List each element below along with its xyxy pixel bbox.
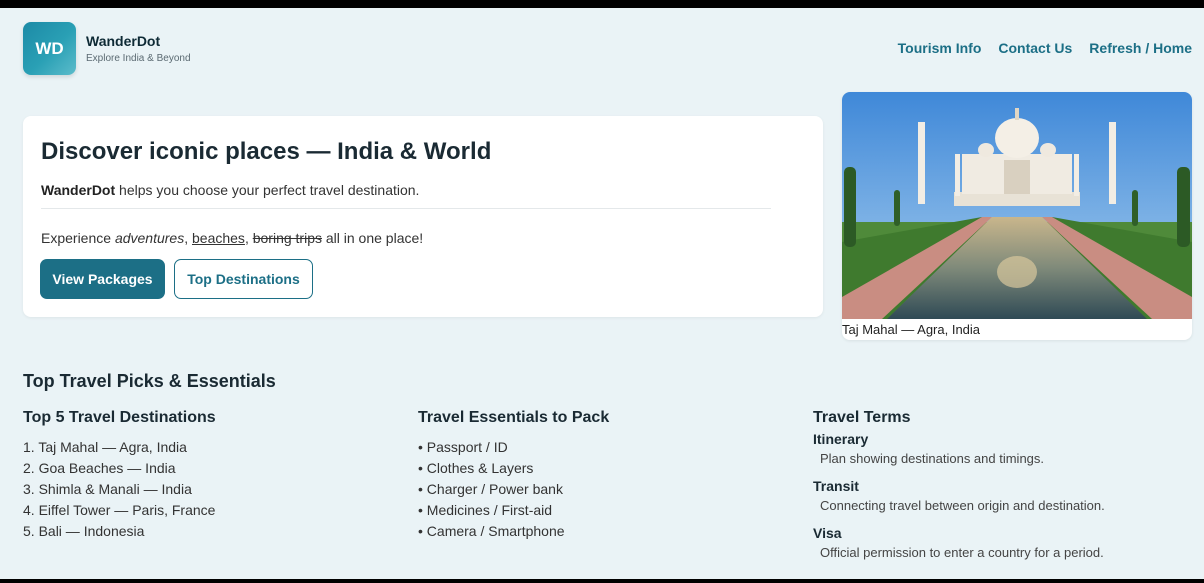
destinations-heading: Top 5 Travel Destinations — [23, 409, 216, 426]
logo-text: WD — [35, 38, 64, 58]
tagline-sep: , — [184, 230, 192, 246]
hero-divider — [41, 208, 771, 209]
terms-heading: Travel Terms — [813, 409, 911, 426]
top-nav: Tourism Info Contact Us Refresh / Home — [898, 40, 1192, 56]
essentials-heading: Travel Essentials to Pack — [418, 409, 610, 426]
list-item: • Charger / Power bank — [418, 481, 563, 497]
brand-logo[interactable]: WD — [23, 22, 76, 75]
list-item: 2. Goa Beaches — India — [23, 460, 176, 476]
tagline-boring-trips: boring trips — [252, 230, 322, 246]
hero-card: Discover iconic places — India & World W… — [23, 116, 823, 317]
definition-itinerary: Plan showing destinations and timings. — [820, 451, 1045, 466]
intro-text: helps you choose your perfect travel des… — [115, 182, 420, 198]
list-item: 5. Bali — Indonesia — [23, 523, 145, 539]
bottom-edge — [0, 579, 1204, 583]
nav-refresh-home[interactable]: Refresh / Home — [1089, 40, 1192, 56]
term-itinerary: Itinerary — [813, 431, 869, 447]
hero-tagline: Experience adventures, beaches, boring t… — [41, 230, 423, 246]
photo-card: Taj Mahal — Agra, India — [842, 92, 1192, 340]
list-item: 3. Shimla & Manali — India — [23, 481, 192, 497]
brand-tagline: Explore India & Beyond — [86, 53, 191, 64]
top-destinations-button[interactable]: Top Destinations — [174, 259, 313, 299]
page: WD WanderDot Explore India & Beyond Tour… — [0, 0, 1204, 583]
hero-title: Discover iconic places — India & World — [41, 138, 492, 165]
term-transit: Transit — [813, 478, 859, 494]
terms-column: Travel Terms Itinerary Plan showing dest… — [813, 409, 1105, 572]
list-item: • Medicines / First-aid — [418, 502, 553, 518]
tagline-sep: , — [244, 230, 253, 246]
definition-visa: Official permission to enter a country f… — [820, 545, 1104, 560]
essentials-column: Travel Essentials to Pack • Passport / I… — [418, 409, 609, 542]
tagline-suffix: all in one place! — [321, 230, 424, 246]
section-title: Top Travel Picks & Essentials — [23, 371, 276, 391]
photo-caption: Taj Mahal — Agra, India — [842, 322, 981, 337]
list-item: • Clothes & Layers — [418, 460, 534, 476]
hero-intro: WanderDot helps you choose your perfect … — [41, 182, 419, 198]
view-packages-button[interactable]: View Packages — [40, 259, 165, 299]
definition-transit: Connecting travel between origin and des… — [820, 498, 1105, 513]
taj-mahal-photo — [842, 92, 1192, 319]
brand-name: WanderDot — [86, 33, 161, 49]
list-item: • Camera / Smartphone — [418, 523, 565, 539]
list-item: 4. Eiffel Tower — Paris, France — [23, 502, 216, 518]
destinations-column: Top 5 Travel Destinations 1. Taj Mahal —… — [23, 409, 216, 542]
term-visa: Visa — [813, 525, 842, 541]
essentials-list: • Passport / ID • Clothes & Layers • Cha… — [418, 437, 609, 542]
list-item: • Passport / ID — [418, 439, 508, 455]
intro-brand: WanderDot — [41, 182, 116, 198]
destinations-list: 1. Taj Mahal — Agra, India 2. Goa Beache… — [23, 437, 216, 542]
tagline-prefix: Experience — [41, 230, 115, 246]
terms-list: Itinerary Plan showing destinations and … — [813, 431, 1105, 560]
nav-tourism-info[interactable]: Tourism Info — [898, 40, 982, 56]
tagline-adventures: adventures — [114, 230, 185, 246]
nav-contact-us[interactable]: Contact Us — [998, 40, 1072, 56]
list-item: 1. Taj Mahal — Agra, India — [23, 439, 187, 455]
top-edge — [0, 0, 1204, 8]
tagline-beaches: beaches — [192, 230, 245, 246]
